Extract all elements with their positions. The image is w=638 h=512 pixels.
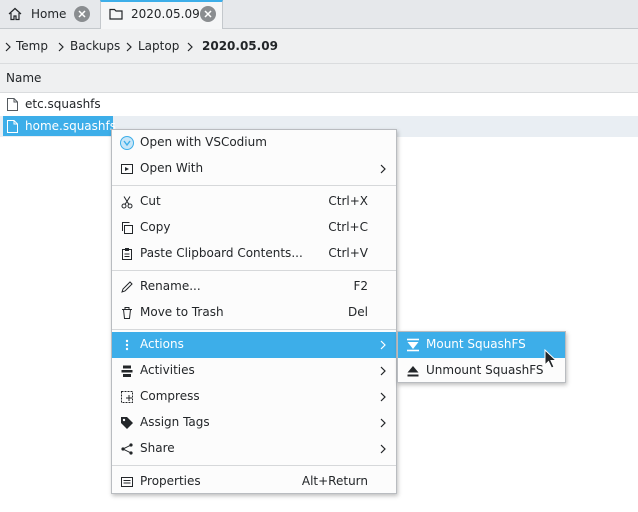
folder-icon bbox=[109, 7, 123, 21]
breadcrumb: Temp Backups Laptop 2020.05.09 bbox=[0, 29, 638, 64]
context-menu: Open with VSCodium Open With Cut Ctrl+X … bbox=[111, 129, 397, 494]
share-icon bbox=[120, 442, 134, 456]
submenu-item-label: Unmount SquashFS bbox=[426, 363, 544, 377]
chevron-right-icon bbox=[380, 444, 386, 454]
breadcrumb-item-temp[interactable]: Temp bbox=[16, 39, 48, 53]
menu-item-shortcut: Ctrl+V bbox=[328, 246, 368, 260]
tab-home[interactable]: Home bbox=[0, 0, 100, 29]
menu-item-shortcut: Ctrl+X bbox=[328, 194, 368, 208]
menu-item-move-to-trash[interactable]: Move to Trash Del bbox=[112, 300, 396, 326]
vscodium-icon bbox=[120, 136, 134, 150]
chevron-right-icon bbox=[380, 418, 386, 428]
tab-2020-05-09[interactable]: 2020.05.09 bbox=[100, 0, 223, 29]
menu-item-open-with-vscodium[interactable]: Open with VSCodium bbox=[112, 130, 396, 156]
tab-bar: Home 2020.05.09 bbox=[0, 0, 638, 29]
chevron-right-icon bbox=[380, 392, 386, 402]
tab-label: Home bbox=[31, 7, 67, 21]
menu-item-label: Properties bbox=[140, 474, 201, 488]
menu-divider bbox=[112, 465, 396, 466]
scissors-icon bbox=[120, 195, 134, 209]
submenu-item-unmount-squashfs[interactable]: Unmount SquashFS bbox=[398, 358, 565, 384]
menu-item-shortcut: F2 bbox=[353, 279, 368, 293]
menu-divider bbox=[112, 329, 396, 330]
menu-item-label: Activities bbox=[140, 363, 195, 377]
menu-item-activities[interactable]: Activities bbox=[112, 358, 396, 384]
submenu-item-label: Mount SquashFS bbox=[426, 337, 526, 351]
menu-item-properties[interactable]: Properties Alt+Return bbox=[112, 469, 396, 495]
menu-item-share[interactable]: Share bbox=[112, 436, 396, 462]
column-header-label: Name bbox=[6, 71, 42, 85]
paste-icon bbox=[120, 247, 134, 261]
menu-item-label: Move to Trash bbox=[140, 305, 224, 319]
breadcrumb-item-laptop[interactable]: Laptop bbox=[138, 39, 179, 53]
menu-item-label: Compress bbox=[140, 389, 200, 403]
menu-item-cut[interactable]: Cut Ctrl+X bbox=[112, 189, 396, 215]
close-icon[interactable] bbox=[200, 6, 216, 22]
menu-item-actions[interactable]: Actions bbox=[112, 332, 396, 358]
menu-item-label: Copy bbox=[140, 220, 171, 234]
home-icon bbox=[8, 7, 22, 21]
vertical-dots-icon bbox=[120, 338, 134, 352]
menu-item-shortcut: Del bbox=[348, 305, 368, 319]
menu-item-open-with[interactable]: Open With bbox=[112, 156, 396, 182]
menu-item-assign-tags[interactable]: Assign Tags bbox=[112, 410, 396, 436]
menu-item-label: Paste Clipboard Contents... bbox=[140, 246, 303, 260]
menu-item-copy[interactable]: Copy Ctrl+C bbox=[112, 215, 396, 241]
actions-submenu: Mount SquashFS Unmount SquashFS bbox=[397, 331, 566, 383]
menu-item-label: Assign Tags bbox=[140, 415, 210, 429]
column-header-name[interactable]: Name bbox=[0, 64, 638, 93]
submenu-item-mount-squashfs[interactable]: Mount SquashFS bbox=[398, 332, 565, 358]
menu-item-label: Actions bbox=[140, 337, 184, 351]
chevron-right-icon bbox=[125, 42, 133, 52]
file-row[interactable]: etc.squashfs bbox=[0, 94, 638, 115]
mouse-cursor-icon bbox=[544, 349, 558, 371]
file-icon bbox=[7, 120, 18, 133]
selection-highlight: home.squashfs bbox=[3, 116, 116, 136]
chevron-right-icon bbox=[380, 366, 386, 376]
properties-icon bbox=[120, 475, 134, 489]
compress-icon bbox=[120, 390, 134, 404]
pencil-icon bbox=[120, 280, 134, 294]
menu-item-rename[interactable]: Rename... F2 bbox=[112, 274, 396, 300]
menu-item-compress[interactable]: Compress bbox=[112, 384, 396, 410]
menu-item-paste[interactable]: Paste Clipboard Contents... Ctrl+V bbox=[112, 241, 396, 267]
menu-divider bbox=[112, 270, 396, 271]
activities-icon bbox=[120, 364, 134, 378]
chevron-right-icon bbox=[57, 42, 65, 52]
file-name: etc.squashfs bbox=[25, 97, 101, 111]
tab-label: 2020.05.09 bbox=[131, 7, 200, 21]
menu-item-label: Share bbox=[140, 441, 175, 455]
open-with-icon bbox=[120, 162, 134, 176]
menu-item-label: Open with VSCodium bbox=[140, 135, 267, 149]
menu-item-label: Open With bbox=[140, 161, 204, 175]
menu-divider bbox=[112, 185, 396, 186]
chevron-right-icon bbox=[4, 42, 12, 52]
chevron-right-icon bbox=[186, 42, 194, 52]
menu-item-label: Cut bbox=[140, 194, 161, 208]
tag-icon bbox=[120, 416, 134, 430]
menu-item-label: Rename... bbox=[140, 279, 201, 293]
menu-item-shortcut: Ctrl+C bbox=[328, 220, 368, 234]
mount-icon bbox=[406, 338, 420, 352]
breadcrumb-item-backups[interactable]: Backups bbox=[70, 39, 120, 53]
breadcrumb-item-current[interactable]: 2020.05.09 bbox=[202, 39, 278, 53]
copy-icon bbox=[120, 221, 134, 235]
menu-item-shortcut: Alt+Return bbox=[301, 474, 368, 488]
chevron-right-icon bbox=[380, 164, 386, 174]
chevron-right-icon bbox=[380, 340, 386, 350]
file-name: home.squashfs bbox=[25, 119, 116, 133]
close-icon[interactable] bbox=[74, 6, 90, 22]
trash-icon bbox=[120, 306, 134, 320]
file-icon bbox=[7, 98, 18, 111]
eject-icon bbox=[406, 364, 420, 378]
